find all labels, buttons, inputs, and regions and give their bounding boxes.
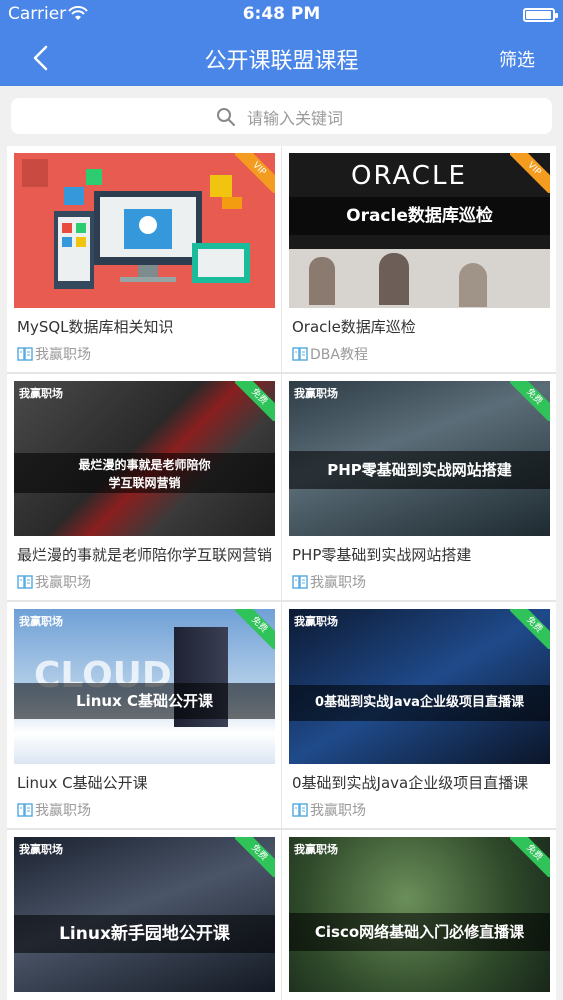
course-source: 我赢职场 bbox=[17, 800, 91, 820]
book-icon bbox=[17, 575, 33, 589]
book-icon bbox=[292, 347, 308, 361]
course-thumbnail: 我赢职场 CLOUD Linux C基础公开课 免费 bbox=[14, 609, 275, 764]
course-source: DBA教程 bbox=[292, 344, 368, 364]
course-thumbnail: VIP bbox=[14, 153, 275, 308]
course-title: PHP零基础到实战网站搭建 bbox=[292, 546, 472, 564]
course-source: 我赢职场 bbox=[292, 800, 366, 820]
free-badge: 免费 bbox=[510, 381, 550, 421]
brand-logo: 我赢职场 bbox=[19, 387, 63, 400]
course-source: 我赢职场 bbox=[17, 572, 91, 592]
thumbnail-banner: PHP零基础到实战网站搭建 bbox=[289, 451, 550, 489]
battery-icon bbox=[523, 8, 558, 22]
thumbnail-banner: Oracle数据库巡检 bbox=[289, 197, 550, 235]
search-area: 请输入关键词 bbox=[0, 86, 563, 146]
course-card[interactable]: 我赢职场 Linux新手园地公开课 免费 bbox=[7, 830, 281, 1000]
course-card[interactable]: 我赢职场 CLOUD Linux C基础公开课 免费 Linux C基础公开课 … bbox=[7, 602, 281, 828]
nav-bar: 公开课联盟课程 筛选 bbox=[0, 30, 563, 86]
course-thumbnail: 我赢职场 0基础到实战Java企业级项目直播课 免费 bbox=[289, 609, 550, 764]
brand-logo: 我赢职场 bbox=[294, 843, 338, 856]
search-icon bbox=[217, 108, 235, 126]
book-icon bbox=[17, 803, 33, 817]
thumbnail-banner: Linux新手园地公开课 bbox=[14, 915, 275, 953]
brand-logo: 我赢职场 bbox=[19, 615, 63, 628]
clock: 6:48 PM bbox=[242, 4, 321, 24]
brand-logo: 我赢职场 bbox=[294, 615, 338, 628]
brand-logo: 我赢职场 bbox=[19, 843, 63, 856]
oracle-logo: ORACLE bbox=[351, 161, 467, 191]
course-thumbnail: 我赢职场 PHP零基础到实战网站搭建 免费 bbox=[289, 381, 550, 536]
course-thumbnail: 我赢职场 Linux新手园地公开课 免费 bbox=[14, 837, 275, 992]
course-thumbnail: ORACLE Oracle数据库巡检 VIP bbox=[289, 153, 550, 308]
course-title: 0基础到实战Java企业级项目直播课 bbox=[292, 774, 529, 792]
free-badge: 免费 bbox=[235, 381, 275, 421]
course-grid: VIP MySQL数据库相关知识 我赢职场 ORACLE Oracle数据库巡检… bbox=[7, 146, 556, 1000]
course-title: MySQL数据库相关知识 bbox=[17, 318, 174, 336]
course-card[interactable]: VIP MySQL数据库相关知识 我赢职场 bbox=[7, 146, 281, 372]
course-card[interactable]: 我赢职场 Cisco网络基础入门必修直播课 免费 bbox=[282, 830, 556, 1000]
thumbnail-banner: Linux C基础公开课 bbox=[14, 683, 275, 719]
status-bar: Carrier 6:48 PM bbox=[0, 0, 563, 30]
book-icon bbox=[292, 803, 308, 817]
course-card[interactable]: 我赢职场 0基础到实战Java企业级项目直播课 免费 0基础到实战Java企业级… bbox=[282, 602, 556, 828]
free-badge: 免费 bbox=[235, 609, 275, 649]
course-thumbnail: 我赢职场 最烂漫的事就是老师陪你 学互联网营销 免费 bbox=[14, 381, 275, 536]
search-input[interactable]: 请输入关键词 bbox=[11, 98, 552, 134]
free-badge: 免费 bbox=[235, 837, 275, 877]
course-card[interactable]: 我赢职场 最烂漫的事就是老师陪你 学互联网营销 免费 最烂漫的事就是老师陪你学互… bbox=[7, 374, 281, 600]
thumbnail-banner: 0基础到实战Java企业级项目直播课 bbox=[289, 685, 550, 721]
thumbnail-banner: 最烂漫的事就是老师陪你 学互联网营销 bbox=[14, 453, 275, 493]
course-thumbnail: 我赢职场 Cisco网络基础入门必修直播课 免费 bbox=[289, 837, 550, 992]
course-title: 最烂漫的事就是老师陪你学互联网营销 bbox=[17, 546, 273, 564]
course-card[interactable]: ORACLE Oracle数据库巡检 VIP Oracle数据库巡检 DBA教程 bbox=[282, 146, 556, 372]
vip-badge: VIP bbox=[510, 153, 550, 193]
thumbnail-banner: Cisco网络基础入门必修直播课 bbox=[289, 913, 550, 951]
course-title: Oracle数据库巡检 bbox=[292, 318, 416, 336]
book-icon bbox=[17, 347, 33, 361]
page-title: 公开课联盟课程 bbox=[204, 49, 359, 74]
course-source: 我赢职场 bbox=[292, 572, 366, 592]
course-title: Linux C基础公开课 bbox=[17, 774, 148, 792]
filter-button[interactable]: 筛选 bbox=[499, 46, 535, 72]
vip-badge: VIP bbox=[235, 153, 275, 193]
book-icon bbox=[292, 575, 308, 589]
free-badge: 免费 bbox=[510, 609, 550, 649]
course-card[interactable]: 我赢职场 PHP零基础到实战网站搭建 免费 PHP零基础到实战网站搭建 我赢职场 bbox=[282, 374, 556, 600]
free-badge: 免费 bbox=[510, 837, 550, 877]
brand-logo: 我赢职场 bbox=[294, 387, 338, 400]
course-source: 我赢职场 bbox=[17, 344, 91, 364]
search-placeholder: 请输入关键词 bbox=[247, 109, 344, 128]
